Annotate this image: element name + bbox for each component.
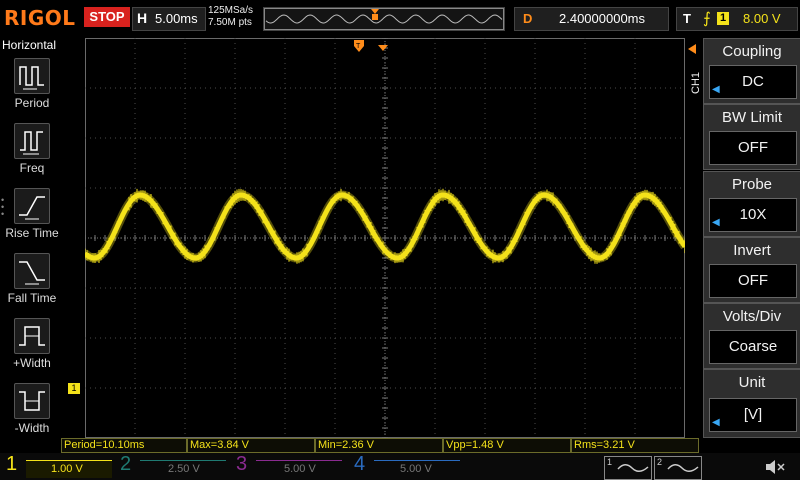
bw-limit-value: OFF (709, 131, 797, 165)
bw-limit-softkey[interactable]: BW Limit OFF (703, 104, 800, 170)
timebase-box[interactable]: H 5.00ms (132, 7, 206, 31)
freq-icon (14, 123, 50, 159)
ch2-status[interactable]: 2 2.50 V (120, 453, 230, 479)
measure-positive-width-button[interactable]: +Width (4, 316, 60, 380)
measurement-period[interactable]: Period=10.10ms (61, 438, 187, 453)
unit-value: ◀ [V] (709, 398, 797, 432)
trigger-position-icon (371, 9, 379, 14)
timebase-value: 5.00ms (155, 11, 198, 26)
sample-rate: 125MSa/s (208, 5, 254, 16)
measurement-max[interactable]: Max=3.84 V (187, 438, 315, 453)
ch4-status[interactable]: 4 5.00 V (354, 453, 464, 479)
probe-softkey[interactable]: Probe ◀ 10X (703, 171, 800, 237)
unit-title: Unit (738, 374, 766, 391)
measure-period-button[interactable]: Period (4, 56, 60, 120)
channel-menu: Coupling ◀ DC BW Limit OFF Probe ◀ 10X Inv… (703, 38, 800, 438)
measure-negative-width-button[interactable]: -Width (4, 381, 60, 445)
trigger-source: 1 (717, 12, 729, 25)
rise-time-icon (14, 188, 50, 224)
measure-rise-time-button[interactable]: Rise Time (4, 186, 60, 250)
memory-overview-waveform (264, 8, 504, 30)
period-icon (14, 58, 50, 94)
ch2-number: 2 (120, 453, 132, 475)
ch3-number: 3 (236, 453, 248, 475)
math1-label: 1 (607, 457, 613, 467)
invert-title: Invert (733, 242, 771, 259)
trigger-level: 8.00 V (743, 11, 781, 26)
coupling-value: ◀ DC (709, 65, 797, 99)
acquisition-info: 125MSa/s 7.50M pts (208, 5, 253, 29)
measure-fall-time-label: Fall Time (7, 291, 57, 305)
delay-box[interactable]: D 2.40000000ms (514, 7, 669, 31)
scroll-dots-icon: • • • (1, 195, 5, 219)
speaker-muted-icon[interactable] (764, 458, 786, 476)
volts-div-value: Coarse (709, 330, 797, 364)
invert-softkey[interactable]: Invert OFF (703, 237, 800, 303)
ch4-number: 4 (354, 453, 366, 475)
ch4-scale: 5.00 V (400, 463, 432, 475)
ch1-status[interactable]: 1 1.00 V (6, 453, 116, 479)
fall-time-icon (14, 253, 50, 289)
measure-negative-width-label: -Width (14, 421, 50, 435)
unit-softkey[interactable]: Unit ◀ [V] (703, 369, 800, 438)
knob-arrow-icon: ◀ (712, 217, 720, 228)
trigger-level-marker-icon[interactable] (686, 41, 696, 59)
memory-overview-bar[interactable] (263, 7, 505, 31)
horizontal-label: H (137, 10, 148, 26)
volts-div-softkey[interactable]: Volts/Div Coarse (703, 303, 800, 369)
delay-value: 2.40000000ms (559, 11, 646, 26)
measure-rise-time-label: Rise Time (5, 226, 59, 240)
measurement-vpp[interactable]: Vpp=1.48 V (443, 438, 571, 453)
trigger-box[interactable]: T ⨍ 1 8.00 V (676, 7, 798, 31)
measure-freq-button[interactable]: Freq (4, 121, 60, 185)
sine-wave-icon (617, 464, 649, 472)
measure-period-label: Period (14, 96, 50, 110)
waveform-display[interactable] (81, 37, 689, 439)
sine-wave-icon (667, 464, 699, 472)
positive-width-icon (14, 318, 50, 354)
measure-positive-width-label: +Width (13, 356, 51, 370)
run-stop-button[interactable]: STOP (84, 7, 130, 27)
trigger-label: T (683, 11, 691, 26)
math1-button[interactable]: 1 (604, 456, 652, 480)
measurement-min[interactable]: Min=2.36 V (315, 438, 443, 453)
top-status-bar: RIGOL STOP H 5.00ms 125MSa/s 7.50M pts D… (0, 0, 800, 38)
bw-limit-title: BW Limit (722, 109, 782, 126)
svg-text:T: T (356, 43, 361, 50)
trigger-position-marker[interactable]: T (354, 40, 368, 59)
menu-channel-label: CH1 (690, 71, 702, 94)
ch1-number: 1 (6, 453, 18, 475)
coupling-softkey[interactable]: Coupling ◀ DC (703, 38, 800, 104)
invert-value: OFF (709, 264, 797, 298)
ch3-status[interactable]: 3 5.00 V (236, 453, 346, 479)
math2-label: 2 (657, 457, 663, 467)
knob-arrow-icon: ◀ (712, 84, 720, 95)
measure-panel: Horizontal Period Freq Rise Time Fall Ti… (0, 38, 61, 453)
coupling-title: Coupling (722, 43, 782, 60)
knob-arrow-icon: ◀ (712, 417, 720, 428)
ch3-scale: 5.00 V (284, 463, 316, 475)
measure-fall-time-button[interactable]: Fall Time (4, 251, 60, 315)
ch1-ground-marker[interactable]: 1 (68, 383, 80, 394)
rising-edge-icon: ⨍ (703, 10, 711, 27)
brand-logo: RIGOL (4, 6, 76, 30)
negative-width-icon (14, 383, 50, 419)
ch1-scale: 1.00 V (51, 463, 83, 475)
center-marker-icon (378, 40, 390, 58)
waveform-grid (81, 37, 689, 439)
memory-depth: 7.50M pts (208, 17, 252, 28)
volts-div-title: Volts/Div (722, 308, 782, 325)
measure-freq-label: Freq (19, 161, 45, 175)
probe-title: Probe (731, 176, 773, 193)
measurement-results-bar: Period=10.10ms Max=3.84 V Min=2.36 V Vpp… (61, 438, 700, 453)
probe-value: ◀ 10X (709, 198, 797, 232)
delay-label: D (523, 11, 533, 26)
ch2-scale: 2.50 V (168, 463, 200, 475)
measurement-rms[interactable]: Rms=3.21 V (571, 438, 699, 453)
channel-status-bar: 1 1.00 V 2 2.50 V 3 5.00 V 4 5.00 V 1 2 (0, 453, 800, 480)
measure-panel-title: Horizontal (2, 38, 57, 52)
math2-button[interactable]: 2 (654, 456, 702, 480)
